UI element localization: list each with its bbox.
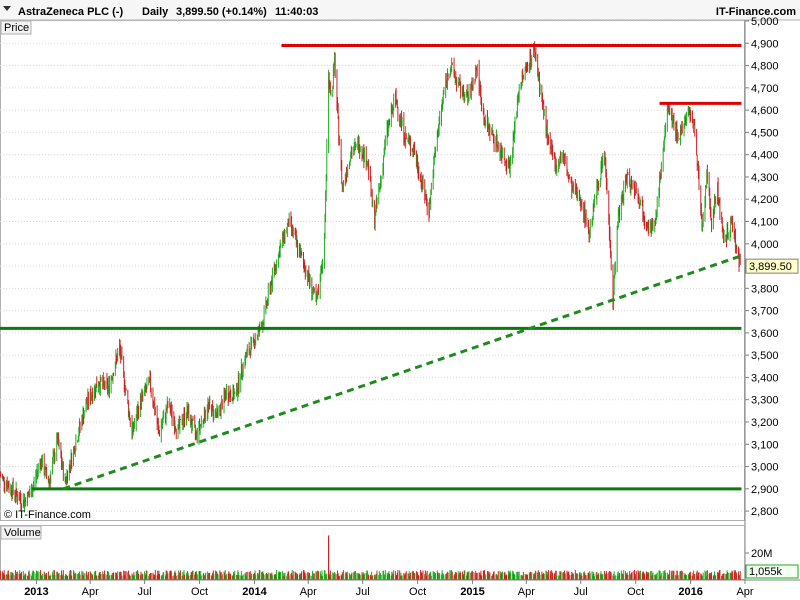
chart-time: 11:40:03 xyxy=(275,6,318,18)
y-tick-label: 2,900 xyxy=(751,484,779,496)
x-tick-label: Jul xyxy=(138,586,152,598)
x-tick-label: Apr xyxy=(736,586,753,598)
time-axis: 2013 Apr Jul Oct 2014 Apr Jul Oct 2015 Apr Jul Oct 2… xyxy=(24,580,754,598)
x-tick-label: Oct xyxy=(409,586,426,598)
volume-axis: 20M 1,055k xyxy=(745,548,799,579)
chart-window: AstraZeneca PLC (-) Daily 3,899.50 (+0.1… xyxy=(0,0,800,600)
x-tick-label: Apr xyxy=(82,586,99,598)
volume-panel-tab-label: Volume xyxy=(4,527,41,539)
x-tick-label: Oct xyxy=(627,586,644,598)
last-price-label: 3,899.50 xyxy=(749,261,792,273)
last-volume-label: 1,055k xyxy=(749,566,783,578)
price-panel-tab-label: Price xyxy=(4,22,29,34)
x-tick-label: 2013 xyxy=(24,586,48,598)
x-tick-label: 2016 xyxy=(678,586,702,598)
copyright-label: © IT-Finance.com xyxy=(4,509,91,521)
y-tick-label: 4,700 xyxy=(751,83,779,95)
chart-price-change: 3,899.50 (+0.14%) xyxy=(176,6,267,18)
y-tick-label: 5,000 xyxy=(751,16,779,28)
y-tick-label: 4,500 xyxy=(751,127,779,139)
y-tick-label: 4,400 xyxy=(751,150,779,162)
y-tick-label: 4,200 xyxy=(751,194,779,206)
x-tick-label: 2015 xyxy=(460,586,484,598)
x-tick-label: Jul xyxy=(356,586,370,598)
chart-period: Daily xyxy=(142,6,169,18)
y-tick-label: 2,800 xyxy=(751,506,779,518)
y-tick-label: 4,600 xyxy=(751,105,779,117)
price-chart[interactable]: AstraZeneca PLC (-) Daily 3,899.50 (+0.1… xyxy=(0,0,800,600)
y-tick-label: 3,300 xyxy=(751,395,779,407)
y-tick-label: 4,900 xyxy=(751,38,779,50)
y-tick-label: 4,100 xyxy=(751,216,779,228)
x-tick-label: Apr xyxy=(518,586,535,598)
x-tick-label: Oct xyxy=(191,586,208,598)
volume-tick-label: 20M xyxy=(751,548,772,560)
x-tick-label: Apr xyxy=(300,586,317,598)
y-tick-label: 4,000 xyxy=(751,239,779,251)
x-tick-label: Jul xyxy=(574,586,588,598)
volume-panel xyxy=(0,525,745,580)
last-price-badge: 3,899.50 xyxy=(745,258,799,274)
y-tick-label: 3,100 xyxy=(751,439,779,451)
y-tick-label: 4,800 xyxy=(751,61,779,73)
y-tick-label: 3,800 xyxy=(751,283,779,295)
chart-title: AstraZeneca PLC (-) xyxy=(18,6,123,18)
price-panel xyxy=(0,20,745,521)
y-tick-label: 3,000 xyxy=(751,462,779,474)
y-tick-label: 3,500 xyxy=(751,350,779,362)
y-tick-label: 3,600 xyxy=(751,328,779,340)
x-tick-label: 2014 xyxy=(242,586,267,598)
y-tick-label: 3,400 xyxy=(751,372,779,384)
y-tick-label: 4,300 xyxy=(751,172,779,184)
y-tick-label: 3,200 xyxy=(751,417,779,429)
y-tick-label: 3,700 xyxy=(751,306,779,318)
